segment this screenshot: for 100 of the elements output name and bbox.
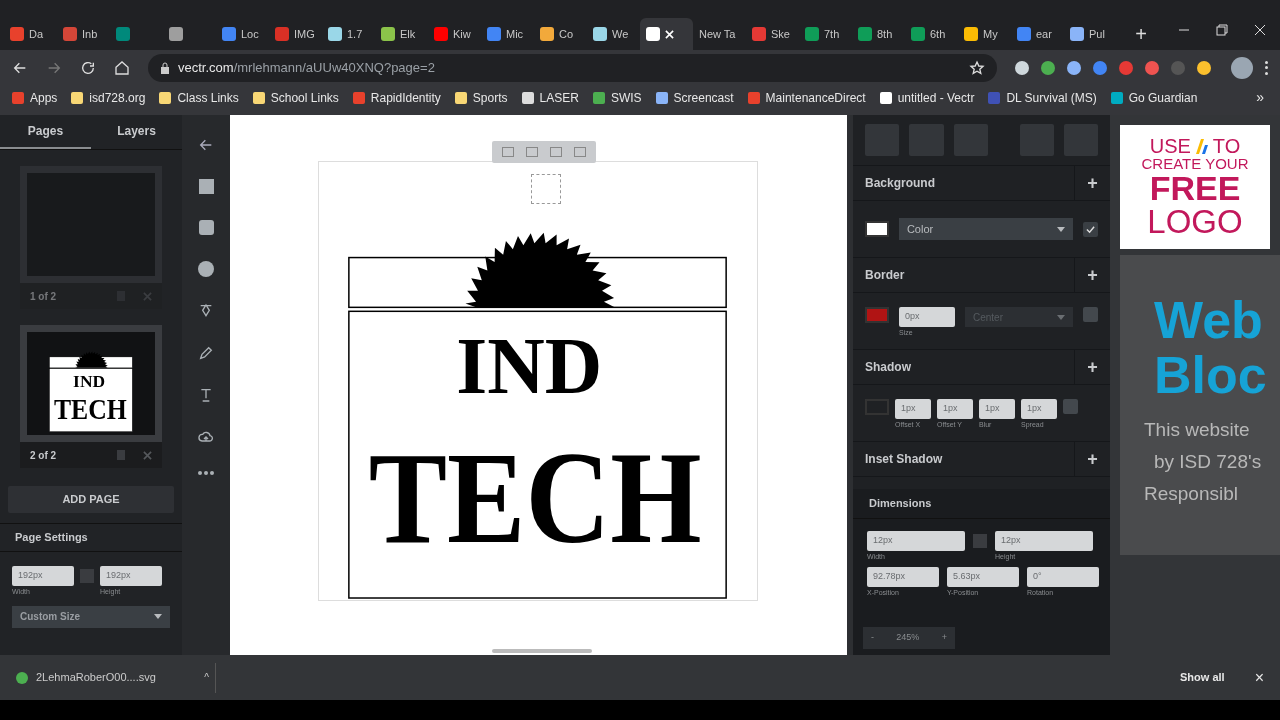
browser-tab[interactable]: Pul bbox=[1064, 18, 1117, 50]
align-icon[interactable] bbox=[526, 147, 538, 157]
selection-box[interactable] bbox=[531, 174, 561, 204]
file-icon bbox=[16, 671, 28, 684]
tab-title: IMG bbox=[294, 26, 315, 42]
extension-icon[interactable] bbox=[1197, 60, 1211, 75]
zoom-in-button[interactable]: + bbox=[941, 631, 947, 645]
fill-select[interactable]: Color bbox=[898, 218, 1074, 240]
browser-tab[interactable]: 8th bbox=[852, 18, 905, 50]
section-title: Background bbox=[864, 175, 936, 192]
browser-tab[interactable]: Da bbox=[4, 18, 57, 50]
browser-tab[interactable]: Loc bbox=[216, 18, 269, 50]
bookmark[interactable]: SWIS bbox=[592, 88, 642, 107]
tab-title: We bbox=[612, 26, 629, 42]
ad-text: FREE bbox=[1149, 171, 1241, 205]
ellipse-tool-icon[interactable] bbox=[198, 261, 214, 277]
more-icon[interactable] bbox=[198, 471, 214, 475]
browser-tab[interactable]: My bbox=[958, 18, 1011, 50]
ad-banner[interactable]: USE TO CREATE YOUR FREE LOGO bbox=[1120, 125, 1270, 249]
extension-icon[interactable] bbox=[1145, 60, 1159, 75]
bookmark[interactable]: DL Survival (MS) bbox=[988, 88, 1097, 107]
checkbox[interactable] bbox=[1063, 399, 1078, 414]
browser-tab[interactable]: 1.7 bbox=[322, 18, 375, 50]
tab-title: Co bbox=[559, 26, 574, 42]
bookmark[interactable]: untitled - Vectr bbox=[879, 88, 975, 107]
browser-tab[interactable] bbox=[640, 18, 693, 50]
rectangle-tool-icon[interactable] bbox=[198, 179, 214, 194]
show-all-button[interactable]: Show all bbox=[1180, 669, 1225, 686]
browser-tab[interactable]: Mic bbox=[481, 18, 534, 50]
text-field[interactable]: 192px bbox=[12, 566, 74, 586]
download-item[interactable]: 2LehmaRoberO00....svg ^ bbox=[16, 662, 216, 693]
bookmark[interactable]: Class Links bbox=[159, 88, 239, 107]
text-field[interactable]: 12px bbox=[995, 531, 1093, 551]
browser-tab[interactable]: Kiw bbox=[428, 18, 481, 50]
align-icon[interactable] bbox=[550, 147, 562, 157]
bookmark[interactable]: Screencast bbox=[655, 88, 734, 107]
color-swatch[interactable] bbox=[865, 307, 889, 323]
canvas[interactable]: IND TECH bbox=[230, 115, 847, 655]
avatar[interactable] bbox=[1231, 56, 1253, 79]
check-icon bbox=[1086, 224, 1096, 234]
panel-tab[interactable]: Pages bbox=[0, 115, 91, 149]
text-field[interactable]: 192px bbox=[100, 566, 162, 586]
browser-tab[interactable]: New Ta bbox=[693, 18, 746, 50]
zoom-out-button[interactable]: - bbox=[871, 631, 874, 645]
align-icon[interactable] bbox=[502, 147, 514, 157]
caret-icon bbox=[1057, 226, 1066, 232]
text-field[interactable]: 5.63px bbox=[947, 566, 1019, 587]
pencil-tool-icon bbox=[198, 345, 214, 361]
extension-icon[interactable] bbox=[1015, 60, 1029, 75]
browser-tab[interactable]: Co bbox=[534, 18, 587, 50]
page-card[interactable]: IND TECH 2 of 2 bbox=[20, 325, 162, 468]
upload-icon bbox=[198, 429, 214, 445]
extension-icon[interactable] bbox=[1067, 60, 1081, 75]
address-bar[interactable]: vectr.com/mrlehmann/aUUw40XNQ?page=2 bbox=[148, 53, 997, 82]
bookmark[interactable]: MaintenanceDirect bbox=[747, 88, 866, 107]
bookmark[interactable]: LASER bbox=[521, 88, 579, 107]
text-field[interactable]: 1px bbox=[895, 399, 931, 419]
new-tab-button[interactable]: + bbox=[1129, 19, 1153, 49]
align-icon[interactable] bbox=[574, 147, 586, 157]
text-field[interactable]: 1px bbox=[1021, 399, 1057, 419]
browser-tab[interactable]: IMG bbox=[269, 18, 322, 50]
bookmark[interactable]: School Links bbox=[252, 88, 339, 107]
menu-icon[interactable] bbox=[1265, 60, 1268, 75]
panel-tab[interactable]: Layers bbox=[91, 115, 182, 149]
add-page-button[interactable]: ADD PAGE bbox=[8, 486, 174, 513]
close-button[interactable]: × bbox=[1254, 665, 1264, 690]
logo-text: IND bbox=[456, 321, 603, 410]
delete-icon[interactable] bbox=[143, 450, 152, 460]
text-field[interactable]: 1px bbox=[979, 399, 1015, 419]
browser-tab[interactable]: Elk bbox=[375, 18, 428, 50]
bookmark[interactable]: Apps bbox=[12, 88, 58, 107]
checkbox[interactable] bbox=[1083, 221, 1098, 237]
browser-tab[interactable]: We bbox=[587, 18, 640, 50]
tab-title: Mic bbox=[506, 26, 524, 42]
artboard[interactable]: IND TECH bbox=[318, 161, 758, 601]
color-swatch[interactable] bbox=[865, 221, 889, 237]
text-field[interactable]: 12px bbox=[867, 531, 965, 551]
browser-tab[interactable]: 7th bbox=[799, 18, 852, 50]
block-text: Responsibl bbox=[1143, 482, 1238, 507]
extension-icon[interactable] bbox=[1041, 60, 1055, 75]
restore-icon[interactable] bbox=[1216, 24, 1228, 36]
size-select[interactable]: Custom Size bbox=[12, 605, 170, 628]
reload-icon bbox=[80, 59, 96, 76]
bookmark[interactable]: isd728.org bbox=[71, 88, 146, 107]
checkbox[interactable] bbox=[1083, 307, 1098, 322]
bookmark[interactable]: RapidIdentity bbox=[352, 88, 441, 107]
browser-tab[interactable]: Inb bbox=[57, 18, 110, 50]
text-field[interactable]: 0° bbox=[1027, 566, 1099, 587]
more-bookmarks-button[interactable]: » bbox=[1256, 87, 1264, 108]
browser-tab[interactable]: 6th bbox=[905, 18, 958, 50]
close-icon[interactable] bbox=[1254, 24, 1266, 36]
bookmark[interactable]: Sports bbox=[454, 88, 508, 107]
text-field[interactable]: 92.78px bbox=[867, 566, 939, 587]
rounded-rectangle-tool-icon[interactable] bbox=[198, 220, 214, 235]
browser-tab[interactable]: Ske bbox=[746, 18, 799, 50]
bookmark[interactable]: Go Guardian bbox=[1110, 88, 1198, 107]
browser-tab[interactable]: ear bbox=[1011, 18, 1064, 50]
text-field[interactable]: 0px bbox=[899, 307, 955, 327]
extension-icon[interactable] bbox=[1093, 60, 1107, 75]
text-field[interactable]: 1px bbox=[937, 399, 973, 419]
